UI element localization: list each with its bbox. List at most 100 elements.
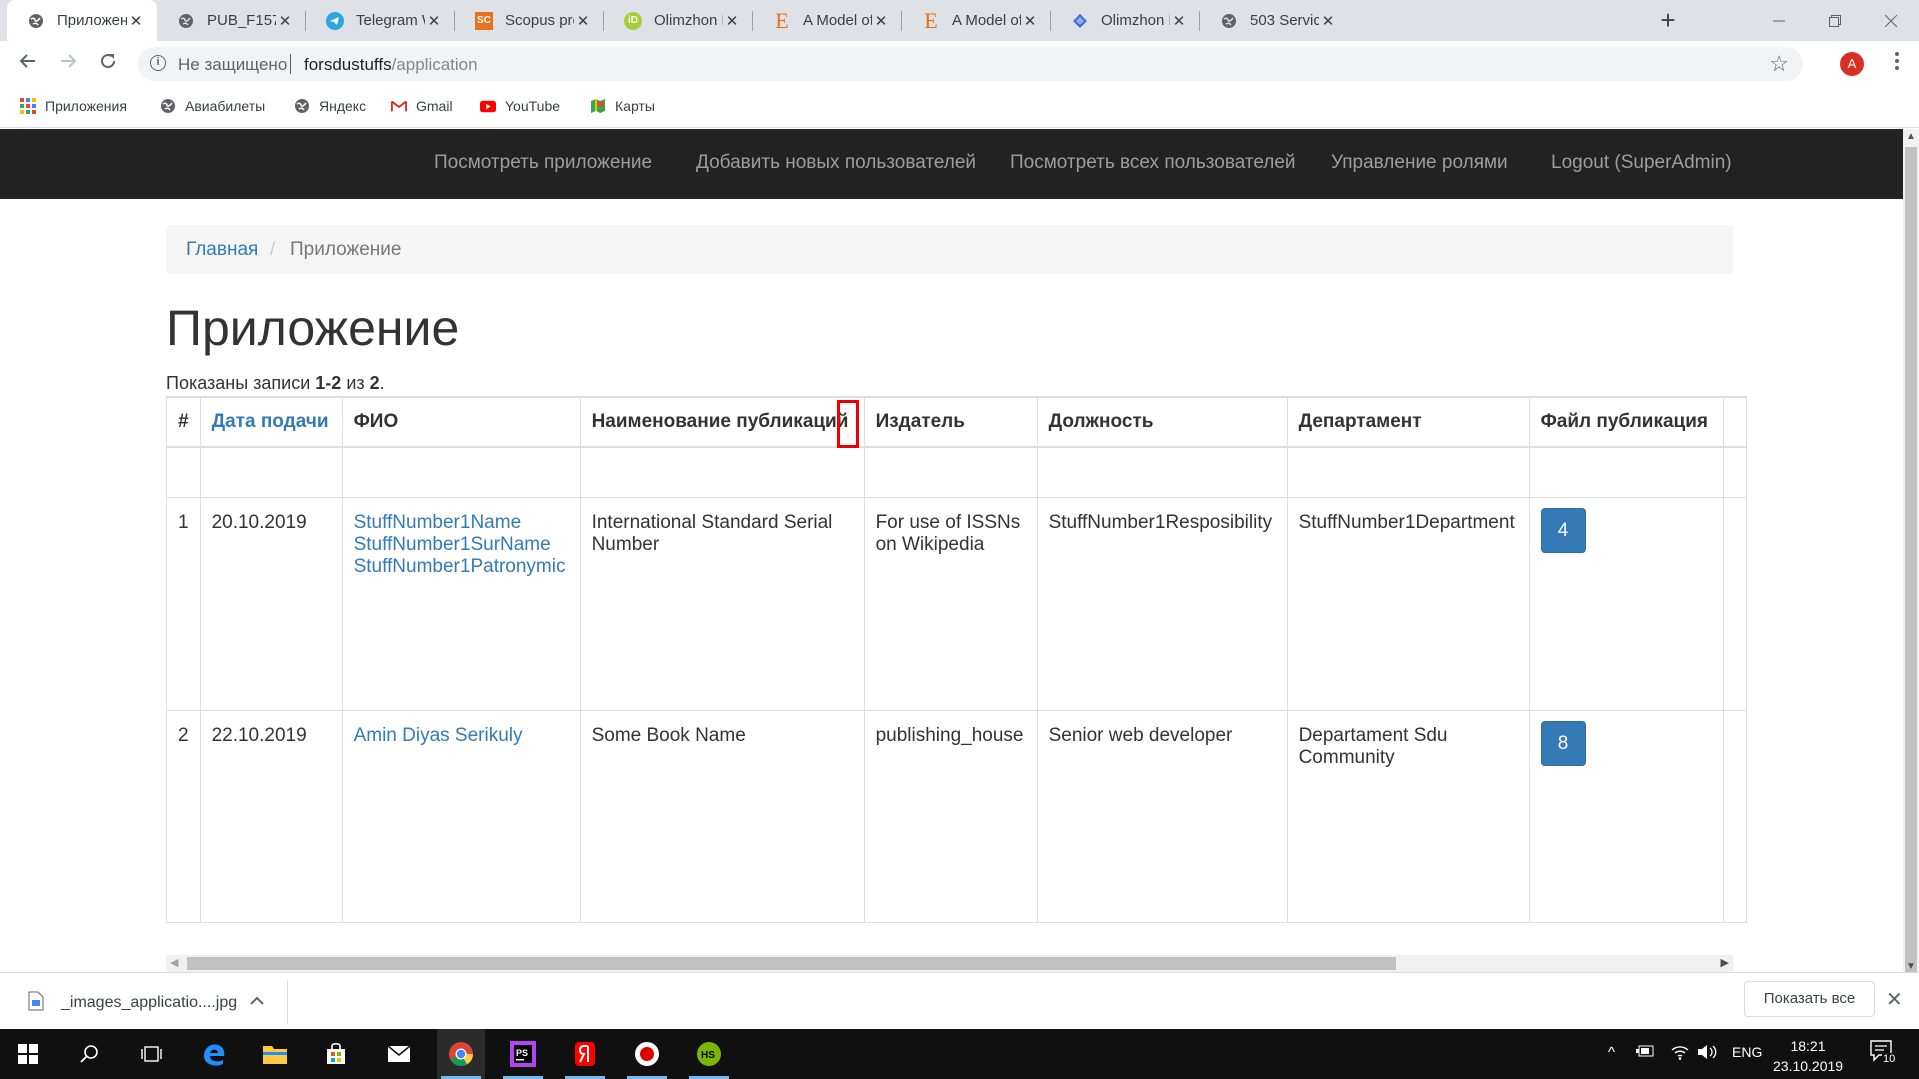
svg-text:HS: HS	[701, 1050, 715, 1061]
chrome-icon[interactable]	[437, 1029, 485, 1079]
publication-name: Some Book Name	[579, 710, 865, 923]
filter-cell[interactable]	[341, 446, 581, 498]
highlight-box	[837, 400, 859, 448]
close-tab-icon[interactable]: ✕	[1021, 12, 1039, 30]
filter-cell[interactable]	[1528, 446, 1724, 498]
scroll-down-arrow-icon[interactable]: ▼	[1906, 961, 1916, 972]
bookmark-maps[interactable]: Карты	[590, 96, 655, 116]
file-button[interactable]: 4	[1540, 508, 1586, 553]
notifications-icon[interactable]: 10	[1870, 1040, 1898, 1068]
filter-cell	[166, 446, 201, 498]
wifi-icon[interactable]	[1670, 1044, 1690, 1064]
close-tab-icon[interactable]: ✕	[1170, 12, 1188, 30]
search-icon[interactable]	[66, 1029, 114, 1079]
browser-tab[interactable]: iD Olimzhon Baimuratov ✕	[604, 0, 753, 41]
elsevier-icon: E	[775, 7, 789, 33]
url-text[interactable]: forsdustuffs/application	[304, 55, 478, 75]
address-bar[interactable]: i Не защищено forsdustuffs/application ☆	[138, 47, 1803, 81]
bookmark-apps[interactable]: Приложения	[20, 96, 127, 116]
fullname-link[interactable]: Amin Diyas Serikuly	[354, 725, 569, 747]
chevron-up-icon[interactable]	[250, 990, 264, 1011]
browser-tab[interactable]: 503 Service Temporarily ✕	[1200, 0, 1349, 41]
browser-tab[interactable]: E A Model of Virtual ✕	[902, 0, 1051, 41]
file-button[interactable]: 8	[1540, 721, 1586, 766]
filter-cell[interactable]	[1036, 446, 1288, 498]
security-status[interactable]: Не защищено	[178, 55, 287, 75]
close-tab-icon[interactable]: ✕	[872, 12, 890, 30]
nav-view-applications[interactable]: Посмотреть приложение	[434, 152, 652, 174]
filter-cell[interactable]	[199, 446, 343, 498]
input-language[interactable]: ENG	[1732, 1044, 1762, 1060]
column-header-fullname: ФИО	[341, 396, 581, 448]
close-download-bar-icon[interactable]: ✕	[1886, 987, 1903, 1012]
browser-tab[interactable]: SC Scopus preview ✕	[455, 0, 604, 41]
horizontal-scrollbar[interactable]: ◀ ▶	[166, 955, 1733, 972]
show-all-downloads-button[interactable]: Показать все	[1744, 981, 1875, 1017]
scroll-right-arrow-icon[interactable]: ▶	[1721, 956, 1729, 969]
vertical-scrollbar[interactable]: ▲ ▼	[1903, 129, 1919, 983]
mail-icon[interactable]	[375, 1029, 423, 1079]
hotspot-shield-icon[interactable]: HS	[685, 1029, 733, 1079]
filter-cell[interactable]	[579, 446, 865, 498]
nav-role-management[interactable]: Управление ролями	[1331, 152, 1508, 174]
bookmark-gmail[interactable]: Gmail	[391, 96, 453, 116]
browser-tab[interactable]: E A Model of Virtual ✕	[753, 0, 902, 41]
browser-tab[interactable]: PUB_F157151853 ✕	[157, 0, 306, 41]
chevron-up-icon[interactable]: ^	[1608, 1044, 1615, 1061]
close-tab-icon[interactable]: ✕	[276, 12, 294, 30]
page-title: Приложение	[166, 300, 460, 356]
close-tab-icon[interactable]: ✕	[723, 12, 741, 30]
back-arrow-icon[interactable]	[14, 50, 42, 78]
edge-icon[interactable]	[190, 1029, 238, 1079]
bookmark-aviabilety[interactable]: Авиабилеты	[160, 96, 265, 116]
sort-date-link[interactable]: Дата подачи	[212, 411, 329, 432]
system-clock[interactable]: 18:21 23.10.2019	[1773, 1036, 1843, 1076]
scrollbar-thumb[interactable]	[187, 957, 1396, 970]
minimize-icon[interactable]	[1751, 0, 1807, 41]
nav-view-all-users[interactable]: Посмотреть всех пользователей	[1010, 152, 1296, 174]
orcid-icon: iD	[624, 11, 642, 30]
nav-logout[interactable]: Logout (SuperAdmin)	[1551, 152, 1732, 174]
profile-avatar[interactable]: A	[1840, 52, 1864, 76]
info-icon[interactable]: i	[150, 55, 166, 71]
position: StuffNumber1Resposibility	[1036, 497, 1288, 711]
browser-tab-application[interactable]: Приложение ✕	[7, 0, 157, 41]
close-window-icon[interactable]	[1863, 0, 1919, 41]
nav-add-users[interactable]: Добавить новых пользователей	[696, 152, 976, 174]
maps-icon	[590, 98, 606, 114]
scroll-up-arrow-icon[interactable]: ▲	[1906, 131, 1916, 142]
filter-cell[interactable]	[1286, 446, 1530, 498]
close-tab-icon[interactable]: ✕	[574, 12, 592, 30]
reload-icon[interactable]	[94, 50, 122, 78]
bookmark-yandex[interactable]: Яндекс	[294, 96, 366, 116]
battery-icon[interactable]	[1636, 1044, 1656, 1062]
phpstorm-icon[interactable]: PS	[499, 1029, 547, 1079]
bookmark-star-icon[interactable]: ☆	[1769, 51, 1789, 77]
fullname-link[interactable]: StuffNumber1Name StuffNumber1SurName Stu…	[354, 512, 569, 578]
close-tab-icon[interactable]: ✕	[127, 12, 145, 30]
filter-cell[interactable]	[863, 446, 1038, 498]
file-cell: 8	[1528, 710, 1724, 923]
scrollbar-thumb[interactable]	[1905, 147, 1917, 983]
download-file-name[interactable]: _images_applicatio....jpg	[61, 994, 237, 1012]
close-tab-icon[interactable]: ✕	[1319, 12, 1337, 30]
browser-tab[interactable]: Telegram Web ✕	[306, 0, 455, 41]
yandex-browser-icon[interactable]	[561, 1029, 609, 1079]
screen-recorder-icon[interactable]	[623, 1029, 671, 1079]
column-header-position: Должность	[1036, 396, 1288, 448]
scroll-left-arrow-icon[interactable]: ◀	[170, 956, 178, 969]
store-icon[interactable]	[312, 1029, 360, 1079]
browser-menu-icon[interactable]	[1892, 51, 1902, 71]
column-header-date[interactable]: Дата подачи	[199, 396, 343, 448]
breadcrumb-home-link[interactable]: Главная	[186, 239, 258, 261]
windows-start-icon[interactable]	[4, 1029, 52, 1079]
volume-icon[interactable]	[1697, 1044, 1717, 1064]
browser-tab[interactable]: Olimzhon Baimuratov ✕	[1051, 0, 1200, 41]
new-tab-button[interactable]: +	[1656, 6, 1680, 34]
close-tab-icon[interactable]: ✕	[425, 12, 443, 30]
file-explorer-icon[interactable]	[251, 1029, 299, 1079]
task-view-icon[interactable]	[128, 1029, 176, 1079]
forward-arrow-icon[interactable]	[54, 50, 82, 78]
restore-icon[interactable]	[1807, 0, 1863, 41]
bookmark-youtube[interactable]: YouTube	[480, 96, 560, 116]
